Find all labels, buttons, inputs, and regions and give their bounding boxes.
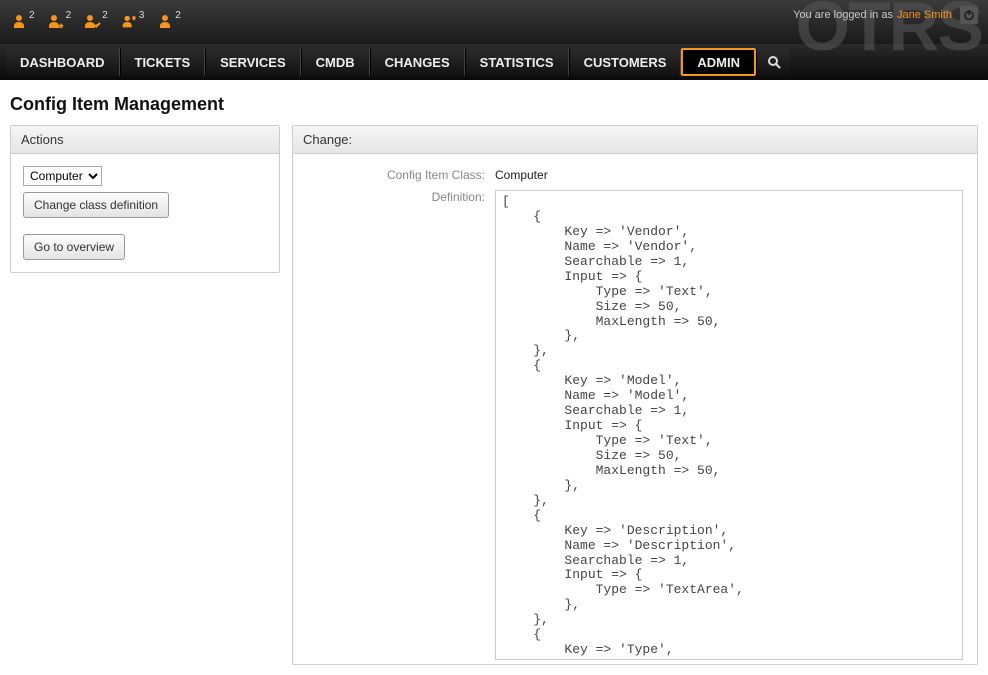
change-widget: Change: Config Item Class: Computer Defi… [292, 125, 978, 665]
nav-tab-statistics[interactable]: STATISTICS [465, 48, 569, 76]
nav-tab-admin[interactable]: ADMIN [681, 48, 756, 76]
topbar: 2 2 2 3 2 OTRS You are lo [0, 0, 988, 44]
nav-tab-tickets[interactable]: TICKETS [120, 48, 206, 76]
status-icons: 2 2 2 3 2 [10, 12, 181, 32]
navbar: DASHBOARDTICKETSSERVICESCMDBCHANGESSTATI… [0, 44, 988, 80]
login-username[interactable]: Jane Smith [897, 9, 952, 21]
definition-label: Definition: [307, 190, 495, 204]
login-info: You are logged in as Jane Smith [793, 6, 978, 24]
go-to-overview-button[interactable]: Go to overview [23, 234, 125, 260]
person-icon [10, 12, 28, 32]
nav-tab-dashboard[interactable]: DASHBOARD [6, 48, 120, 76]
definition-row: Definition: [ { Key => 'Vendor', Name =>… [307, 186, 963, 664]
status-count: 2 [102, 10, 108, 21]
person-check-icon [83, 12, 101, 32]
status-mychanges[interactable]: 2 [156, 12, 181, 32]
definition-textarea[interactable]: [ { Key => 'Vendor', Name => 'Vendor', S… [495, 190, 963, 660]
status-locked-tickets[interactable]: 2 [10, 12, 35, 32]
status-count: 2 [29, 10, 35, 21]
content: Actions Computer Change class definition… [0, 125, 988, 675]
person-star-icon [47, 12, 65, 32]
nav-tab-services[interactable]: SERVICES [205, 48, 301, 76]
power-icon [963, 9, 975, 21]
search-icon [767, 55, 781, 69]
page-title: Config Item Management [0, 80, 988, 125]
actions-body: Computer Change class definition Go to o… [11, 154, 279, 272]
status-count: 2 [175, 10, 181, 21]
class-label: Config Item Class: [307, 168, 495, 182]
login-prefix: You are logged in as [793, 9, 893, 21]
person-icon [156, 12, 174, 32]
status-mycabs[interactable]: 3 [120, 12, 145, 32]
nav-tab-customers[interactable]: CUSTOMERS [569, 48, 682, 76]
status-count: 2 [66, 10, 72, 21]
status-responsible-tickets[interactable]: 2 [83, 12, 108, 32]
class-row: Config Item Class: Computer [307, 164, 963, 186]
nav-tab-changes[interactable]: CHANGES [370, 48, 465, 76]
actions-widget: Actions Computer Change class definition… [10, 125, 280, 273]
change-body: Config Item Class: Computer Definition: … [293, 154, 977, 664]
nav-tab-cmdb[interactable]: CMDB [301, 48, 370, 76]
actions-header: Actions [11, 126, 279, 154]
class-value: Computer [495, 168, 548, 182]
change-header: Change: [293, 126, 977, 154]
person-gear-icon [120, 12, 138, 32]
change-class-definition-button[interactable]: Change class definition [23, 192, 169, 218]
nav-search[interactable] [756, 48, 790, 76]
status-watched-tickets[interactable]: 2 [47, 12, 72, 32]
status-count: 3 [139, 10, 145, 21]
class-select[interactable]: Computer [23, 166, 102, 186]
logout-button[interactable] [960, 6, 978, 24]
